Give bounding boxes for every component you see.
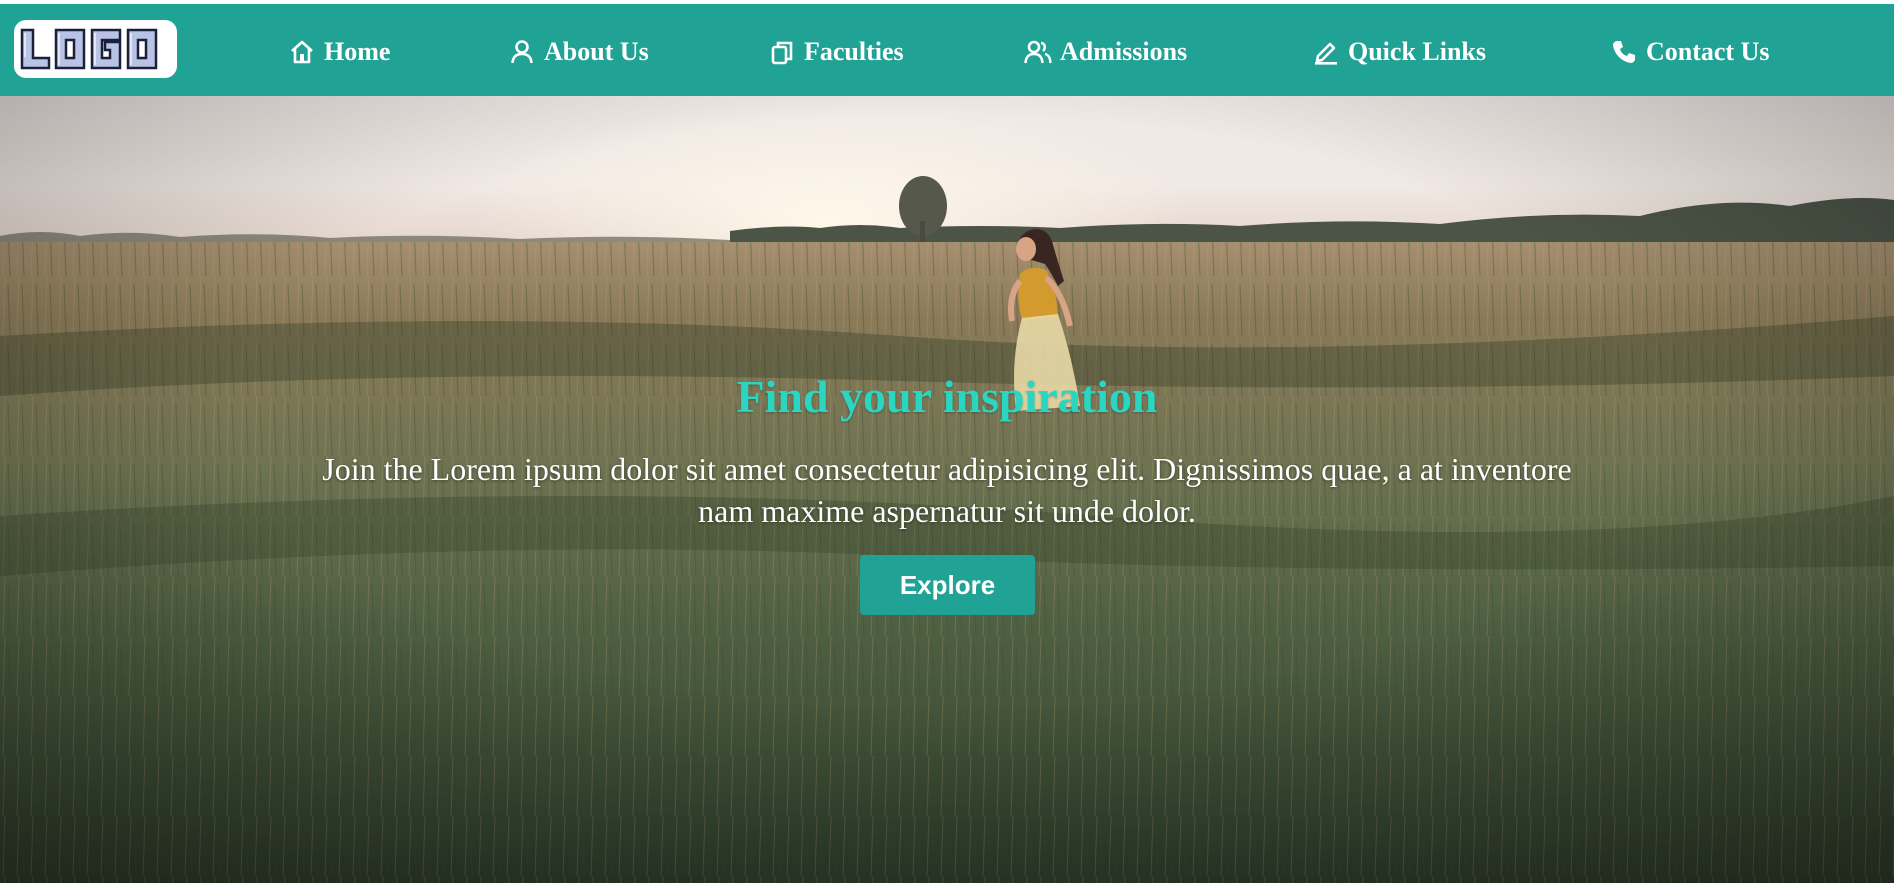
user-icon: [508, 38, 536, 66]
hero-description: Join the Lorem ipsum dolor sit amet cons…: [322, 451, 1572, 529]
nav-quick-links-label: Quick Links: [1348, 37, 1487, 66]
nav-home-label: Home: [324, 37, 391, 66]
pen-icon: [1312, 38, 1340, 66]
nav-quick-links[interactable]: Quick Links: [1312, 34, 1486, 70]
users-icon: [1024, 38, 1052, 66]
navbar: Home About Us Faculties Admissions Quick: [0, 4, 1894, 96]
hero-title: Find your inspiration: [736, 371, 1158, 422]
nav-contact-us[interactable]: Contact Us: [1610, 34, 1770, 70]
nav-admissions[interactable]: Admissions: [1024, 34, 1187, 70]
nav-home[interactable]: Home: [288, 34, 390, 70]
nav-contact-us-label: Contact Us: [1646, 37, 1770, 66]
nav-admissions-label: Admissions: [1060, 37, 1188, 66]
home-icon: [288, 38, 316, 66]
nav-faculties-label: Faculties: [804, 37, 904, 66]
phone-icon: [1610, 38, 1638, 66]
page: Home About Us Faculties Admissions Quick: [0, 0, 1894, 883]
hero-section: Find your inspiration Join the Lorem ips…: [0, 96, 1894, 883]
nav-faculties[interactable]: Faculties: [768, 34, 904, 70]
nav-about-us-label: About Us: [544, 37, 649, 66]
copy-icon: [768, 38, 796, 66]
logo-graphic: [20, 28, 158, 70]
explore-button[interactable]: Explore: [860, 555, 1035, 615]
logo[interactable]: [14, 20, 177, 78]
nav-about-us[interactable]: About Us: [508, 34, 649, 70]
